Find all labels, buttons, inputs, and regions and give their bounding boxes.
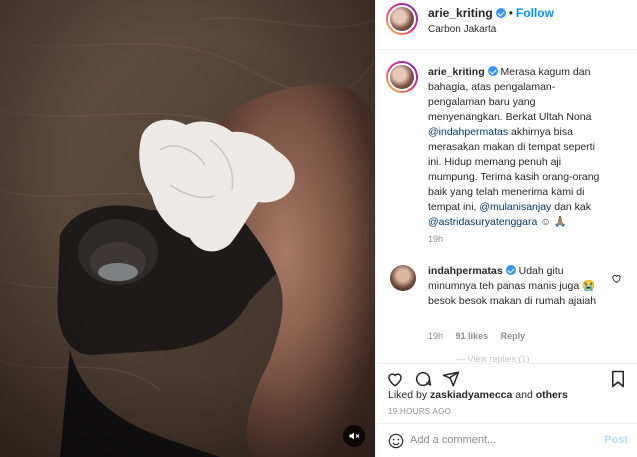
separator-dot: •	[508, 6, 513, 20]
location-link[interactable]: Carbon Jakarta	[428, 24, 496, 35]
commenter-username[interactable]: indahpermatas	[428, 265, 503, 277]
add-comment-input[interactable]	[410, 434, 590, 446]
comment-like-icon[interactable]	[611, 273, 622, 284]
mention-link[interactable]: @mulanisanjay	[479, 201, 551, 213]
post-actions: Liked by zaskiadyamecca and others 19 HO…	[376, 363, 637, 423]
reply-button[interactable]: Reply	[501, 331, 526, 341]
author-avatar[interactable]	[386, 3, 418, 35]
caption-part: akhirnya bisa merasakan makan di tempat …	[428, 126, 600, 213]
mention-link[interactable]: @indahpermatas	[428, 126, 508, 138]
likes-others-link[interactable]: others	[536, 389, 568, 401]
verified-icon	[487, 66, 498, 76]
video-frame	[0, 0, 375, 457]
commenter-avatar[interactable]	[390, 265, 416, 291]
post-video[interactable]	[0, 0, 375, 457]
post-header: arie_kriting • Follow Carbon Jakarta	[376, 0, 637, 50]
mute-button[interactable]	[343, 425, 365, 447]
mention-link[interactable]: @astridasuryatenggara	[428, 216, 537, 228]
post-details-panel: arie_kriting • Follow Carbon Jakarta arie_…	[375, 0, 637, 457]
comments-list[interactable]: arie_kriting Merasa kagum dan bahagia, a…	[376, 51, 637, 363]
bookmark-icon[interactable]	[610, 370, 626, 388]
share-icon[interactable]	[442, 370, 460, 388]
caption-avatar[interactable]	[386, 61, 418, 93]
follow-button[interactable]: Follow	[516, 6, 554, 20]
caption-username[interactable]: arie_kriting	[428, 66, 485, 78]
author-username[interactable]: arie_kriting	[428, 6, 493, 20]
emoji-icon[interactable]	[388, 433, 404, 449]
verified-icon	[495, 8, 506, 18]
comment-icon[interactable]	[414, 370, 432, 388]
post-window: arie_kriting • Follow Carbon Jakarta arie_…	[0, 0, 637, 457]
action-icons	[386, 370, 460, 388]
verified-icon	[505, 265, 516, 275]
liker-username[interactable]: zaskiadyamecca	[430, 389, 512, 401]
post-timestamp[interactable]: 19 HOURS AGO	[388, 407, 451, 416]
caption-time[interactable]: 19h	[428, 234, 443, 244]
likes-and: and	[512, 389, 536, 401]
author-row: arie_kriting • Follow	[428, 6, 554, 20]
comment-text: indahpermatas Udah gitu minumnya teh pan…	[428, 264, 606, 309]
comment-meta: 19h 91 likes Reply	[428, 331, 525, 341]
heart-icon[interactable]	[386, 370, 404, 388]
caption-part: dan kak	[551, 201, 592, 213]
comment-time[interactable]: 19h	[428, 331, 443, 341]
likes-summary: Liked by zaskiadyamecca and others	[388, 389, 568, 401]
caption-part: ☺ 🙏🏽	[537, 216, 567, 228]
mute-icon	[349, 432, 360, 440]
post-comment-button[interactable]: Post	[604, 434, 628, 446]
comment-likes[interactable]: 91 likes	[456, 331, 489, 341]
likes-prefix: Liked by	[388, 389, 431, 401]
view-replies-link[interactable]: — View replies (1)	[456, 354, 529, 363]
add-comment-bar: Post	[376, 423, 637, 457]
caption-text: arie_kriting Merasa kagum dan bahagia, a…	[428, 65, 606, 230]
